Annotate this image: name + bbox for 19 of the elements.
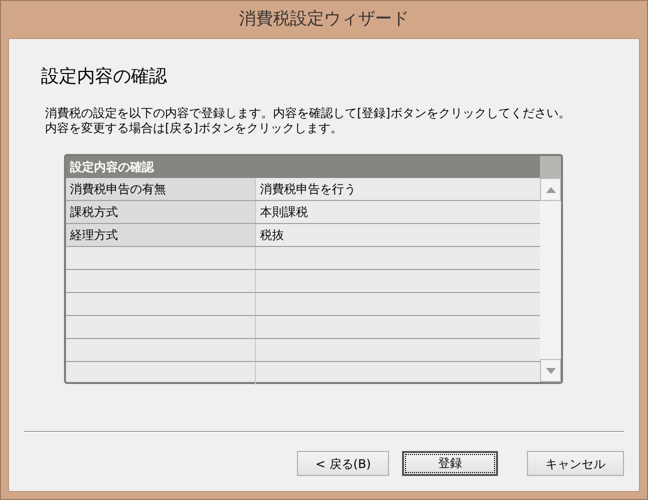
scroll-up-icon xyxy=(546,186,556,192)
dialog-button[interactable]: 登録 xyxy=(402,451,498,476)
dialog-button[interactable]: < 戻る(B) xyxy=(297,451,390,476)
table-cell-text: 消費税申告を行う xyxy=(259,181,357,198)
table-cell-text: 税抜 xyxy=(259,227,285,244)
scroll-down-icon xyxy=(546,368,556,374)
scrollbar-corner xyxy=(540,156,561,178)
table-cell: 課税方式 xyxy=(66,201,256,223)
description-text: 内容を変更する場合は[戻る]ボタンをクリックします。 xyxy=(45,121,344,136)
scroll-up-button[interactable] xyxy=(540,178,561,201)
table-cell: 経理方式 xyxy=(66,224,256,246)
grid-header: 設定内容の確認 xyxy=(66,156,540,178)
scroll-down-button[interactable] xyxy=(540,359,561,382)
description-text: 消費税の設定を以下の内容で登録します。内容を確認して[登録]ボタンをクリックしてください。 xyxy=(45,106,572,121)
dialog-button[interactable]: キャンセル xyxy=(526,451,624,476)
table-cell-text: 本則課税 xyxy=(259,204,309,221)
page-heading: 設定内容の確認 xyxy=(41,65,168,89)
table-cell: 消費税申告の有無 xyxy=(66,178,256,200)
window-title: 消費税設定ウィザード xyxy=(239,8,409,31)
